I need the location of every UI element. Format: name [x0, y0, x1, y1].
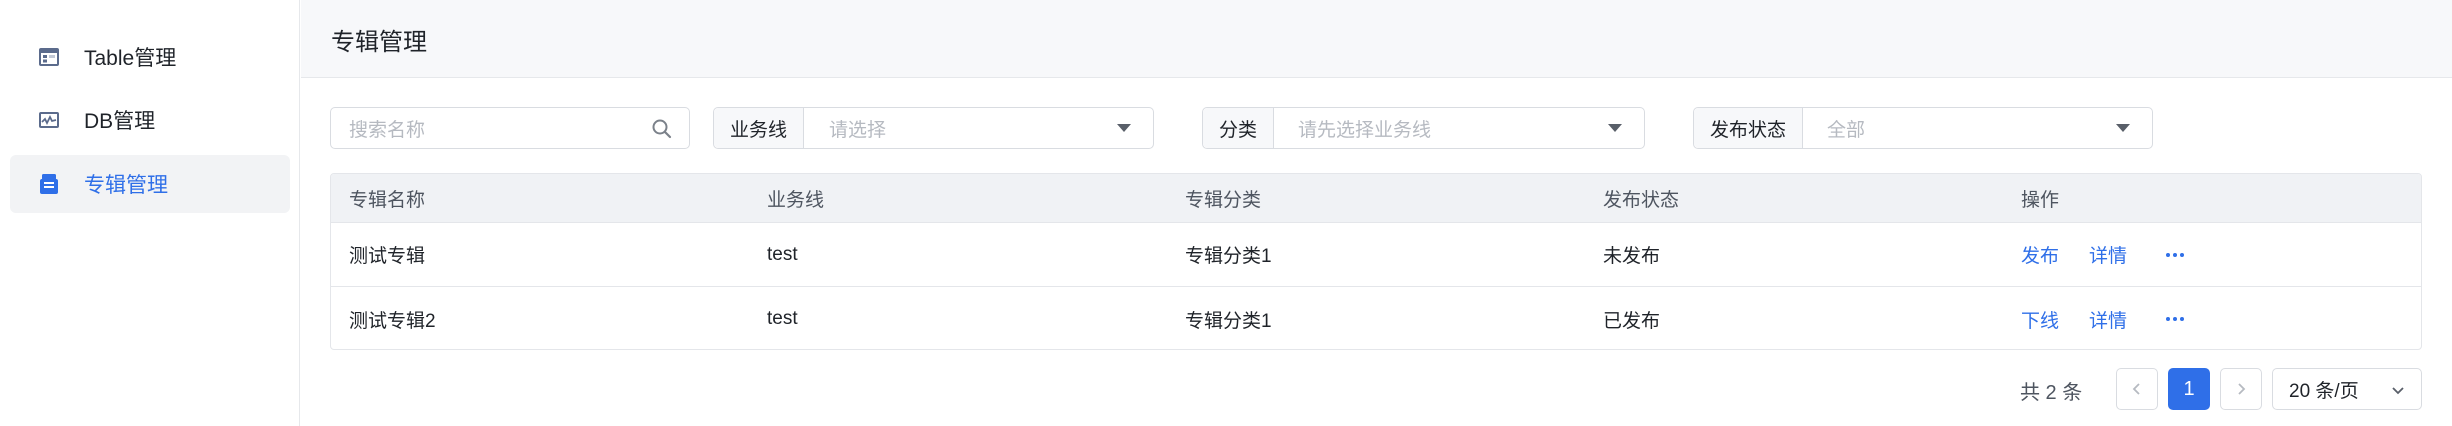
- column-header: 业务线: [767, 189, 825, 211]
- prev-page-button[interactable]: [2116, 368, 2158, 410]
- table-icon: [36, 44, 62, 70]
- album-icon: [36, 171, 62, 197]
- publish-status-label: 发布状态: [1694, 108, 1804, 148]
- page-title: 专辑管理: [331, 29, 427, 56]
- chevron-right-icon: [2238, 383, 2246, 395]
- chevron-down-icon: [1117, 124, 1131, 132]
- column-header: 专辑名称: [349, 189, 426, 211]
- business-line-cell: test: [767, 308, 798, 329]
- page-size-select[interactable]: 20 条/页: [2272, 368, 2422, 410]
- category-cell: 专辑分类1: [1185, 246, 1272, 267]
- publish-link[interactable]: 发布: [2021, 223, 2059, 286]
- app-root: Table管理 DB管理 专辑管理 专辑管理 搜索名称 业务线 请选择 分类 请…: [0, 0, 2452, 426]
- publish-status-value: 全部: [1827, 119, 1866, 141]
- publish-status-select[interactable]: 发布状态 全部: [1693, 107, 2153, 149]
- business-line-placeholder: 请选择: [829, 119, 887, 141]
- offline-link[interactable]: 下线: [2021, 287, 2059, 349]
- pagination-total: 共 2 条: [2020, 382, 2083, 404]
- search-input[interactable]: 搜索名称: [330, 107, 690, 149]
- table-row: 测试专辑2 test 专辑分类1 已发布 下线 详情: [331, 287, 2421, 349]
- page-size-value: 20 条/页: [2289, 380, 2359, 402]
- category-select[interactable]: 分类 请先选择业务线: [1202, 107, 1645, 149]
- sidebar-item-label: Table管理: [84, 47, 177, 70]
- search-placeholder: 搜索名称: [349, 119, 426, 141]
- detail-link[interactable]: 详情: [2089, 287, 2127, 349]
- table-header: 专辑名称 业务线 专辑分类 发布状态 操作: [331, 174, 2421, 223]
- chevron-down-icon: [2392, 387, 2404, 395]
- sidebar-item-db[interactable]: DB管理: [10, 91, 290, 149]
- sidebar-item-label: DB管理: [84, 110, 156, 133]
- table-row: 测试专辑 test 专辑分类1 未发布 发布 详情: [331, 223, 2421, 287]
- sidebar-item-table[interactable]: Table管理: [10, 28, 290, 86]
- album-table: 专辑名称 业务线 专辑分类 发布状态 操作 测试专辑 test 专辑分类1 未发…: [330, 173, 2422, 350]
- page-header: 专辑管理: [301, 0, 2452, 78]
- category-placeholder: 请先选择业务线: [1298, 119, 1432, 141]
- business-line-cell: test: [767, 243, 798, 265]
- category-cell: 专辑分类1: [1185, 310, 1272, 332]
- detail-link[interactable]: 详情: [2089, 223, 2127, 286]
- column-header: 发布状态: [1603, 189, 1680, 211]
- sidebar-item-album[interactable]: 专辑管理: [10, 155, 290, 213]
- album-name-cell: 测试专辑: [349, 246, 426, 267]
- column-header: 操作: [2021, 189, 2060, 211]
- db-monitor-icon: [36, 107, 62, 133]
- sidebar: Table管理 DB管理 专辑管理: [0, 0, 300, 426]
- next-page-button[interactable]: [2220, 368, 2262, 410]
- more-actions-icon[interactable]: [2166, 287, 2184, 349]
- sidebar-item-label: 专辑管理: [84, 174, 168, 197]
- album-name-cell: 测试专辑2: [349, 310, 436, 332]
- chevron-down-icon: [2116, 124, 2130, 132]
- business-line-label: 业务线: [714, 108, 805, 148]
- chevron-left-icon: [2132, 383, 2140, 395]
- status-cell: 未发布: [1603, 246, 1661, 267]
- search-icon[interactable]: [651, 118, 673, 145]
- category-label: 分类: [1203, 108, 1275, 148]
- business-line-select[interactable]: 业务线 请选择: [713, 107, 1154, 149]
- page-button-current[interactable]: 1: [2168, 368, 2210, 410]
- more-actions-icon[interactable]: [2166, 223, 2184, 286]
- chevron-down-icon: [1608, 124, 1622, 132]
- column-header: 专辑分类: [1185, 189, 1262, 211]
- status-cell: 已发布: [1603, 310, 1661, 332]
